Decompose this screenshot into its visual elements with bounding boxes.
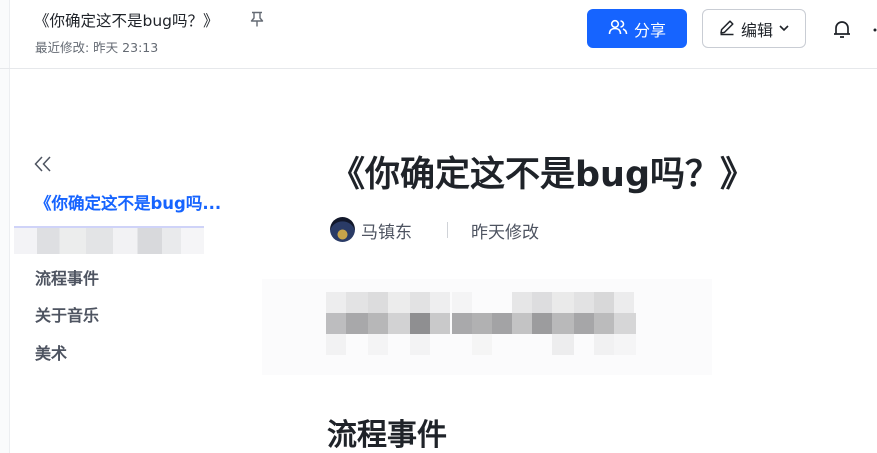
chevron-down-icon	[778, 19, 790, 38]
bell-icon[interactable]	[831, 18, 853, 40]
pin-icon[interactable]	[248, 10, 266, 28]
toc-item[interactable]: 关于音乐	[35, 302, 99, 326]
edit-mode-dropdown[interactable]: 编辑	[702, 9, 806, 48]
avatar[interactable]	[330, 217, 355, 242]
share-users-icon	[608, 18, 628, 40]
author-name[interactable]: 马镇东	[361, 218, 412, 243]
share-button[interactable]: 分享	[587, 9, 687, 48]
edit-button-label: 编辑	[740, 20, 773, 40]
section-heading: 流程事件	[327, 418, 447, 453]
toc-item-active[interactable]: 《你确定这不是bug吗...	[35, 190, 221, 214]
toc-item[interactable]: 流程事件	[35, 265, 99, 289]
edited-time: 昨天修改	[471, 223, 539, 243]
toc-item-redacted[interactable]	[14, 226, 204, 254]
page-title: 《你确定这不是bug吗？》	[330, 155, 756, 195]
more-icon[interactable]	[869, 20, 877, 40]
share-button-label: 分享	[633, 20, 666, 40]
meta-divider	[447, 222, 448, 238]
toc-item[interactable]: 美术	[35, 340, 67, 364]
redacted-content-block	[262, 279, 712, 375]
doc-title: 《你确定这不是bug吗？》	[34, 12, 219, 30]
pencil-icon	[718, 18, 736, 40]
collapse-double-chevron-icon[interactable]	[33, 154, 55, 174]
header-bar: 《你确定这不是bug吗？》 最近修改: 昨天 23:13 分享 编辑	[0, 0, 877, 69]
last-modified-text: 最近修改: 昨天 23:13	[35, 40, 159, 55]
